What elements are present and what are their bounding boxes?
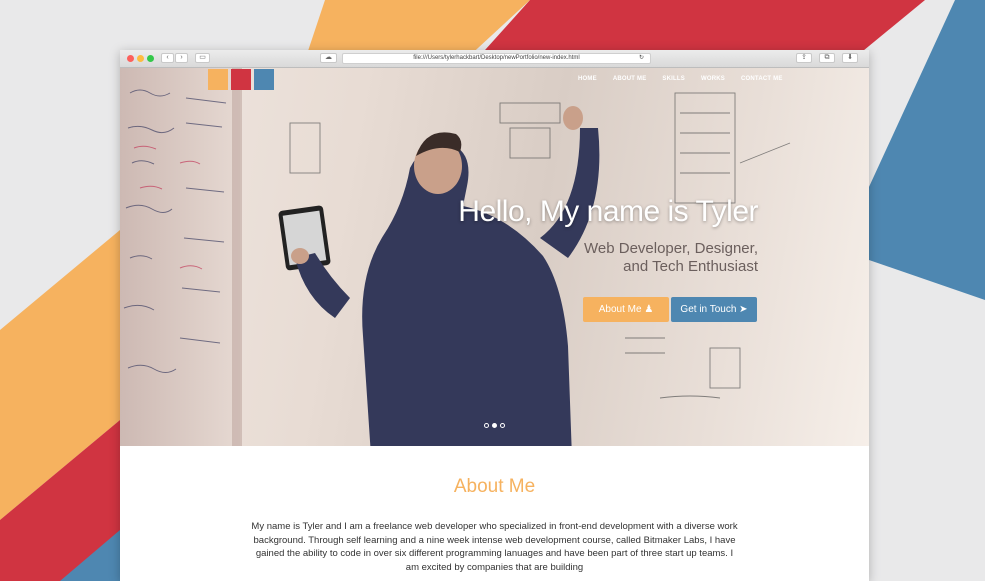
hero-subtitle-line2: and Tech Enthusiast — [623, 258, 758, 275]
url-text: file:///Users/tylerhackbart/Desktop/newP… — [413, 55, 580, 61]
nav-item-works[interactable]: WORKS — [701, 76, 725, 82]
hero-subtitle-line1: Web Developer, Designer, — [584, 240, 758, 257]
about-paragraph: My name is Tyler and I am a freelance we… — [251, 521, 738, 573]
user-icon: ♟ — [644, 304, 654, 315]
get-in-touch-button[interactable]: Get in Touch ➤ — [671, 297, 757, 322]
nav-item-skills[interactable]: SKILLS — [662, 76, 685, 82]
address-bar[interactable]: file:///Users/tylerhackbart/Desktop/newP… — [342, 53, 651, 64]
minimize-window-button[interactable] — [137, 55, 144, 62]
tabs-overview-icon[interactable]: ⧉ — [819, 53, 835, 63]
browser-titlebar: ‹ › ▭ ☁ file:///Users/tylerhackbart/Desk… — [120, 50, 869, 68]
logo-square-yellow[interactable] — [208, 69, 228, 90]
share-icon[interactable]: ⇪ — [796, 53, 812, 63]
about-section: About Me My name is Tyler and I am a fre… — [120, 446, 869, 581]
about-me-button[interactable]: About Me ♟ — [583, 297, 669, 322]
person-silhouette — [278, 106, 600, 446]
about-me-button-label: About Me — [598, 304, 642, 315]
icloud-tabs-icon[interactable]: ☁ — [320, 53, 337, 63]
logo-square-blue[interactable] — [254, 69, 274, 90]
reload-icon[interactable]: ↻ — [639, 54, 644, 63]
nav-item-contact-me[interactable]: CONTACT ME — [741, 76, 783, 82]
back-button[interactable]: ‹ — [161, 53, 174, 63]
paper-plane-icon: ➤ — [739, 304, 748, 315]
hero-background-photo — [120, 68, 791, 446]
forward-button[interactable]: › — [175, 53, 188, 63]
get-in-touch-button-label: Get in Touch — [680, 304, 737, 315]
sidebar-icon[interactable]: ▭ — [195, 53, 210, 63]
hero-headline: Hello, My name is Tyler — [458, 195, 758, 228]
about-title: About Me — [453, 476, 536, 497]
logo-square-red[interactable] — [231, 69, 251, 90]
carousel-indicators — [484, 423, 505, 428]
hero-section: HOME ABOUT ME SKILLS WORKS CONTACT ME He… — [120, 68, 869, 446]
browser-window: ‹ › ▭ ☁ file:///Users/tylerhackbart/Desk… — [120, 50, 869, 581]
nav-item-about-me[interactable]: ABOUT ME — [613, 76, 647, 82]
carousel-indicator-1[interactable] — [484, 423, 489, 428]
carousel-indicator-2[interactable] — [492, 423, 497, 428]
close-window-button[interactable] — [127, 55, 134, 62]
main-nav: HOME ABOUT ME SKILLS WORKS CONTACT ME — [578, 76, 783, 82]
zoom-window-button[interactable] — [147, 55, 154, 62]
carousel-indicator-3[interactable] — [500, 423, 505, 428]
downloads-icon[interactable]: ⬇ — [842, 53, 858, 63]
nav-item-home[interactable]: HOME — [578, 76, 597, 82]
